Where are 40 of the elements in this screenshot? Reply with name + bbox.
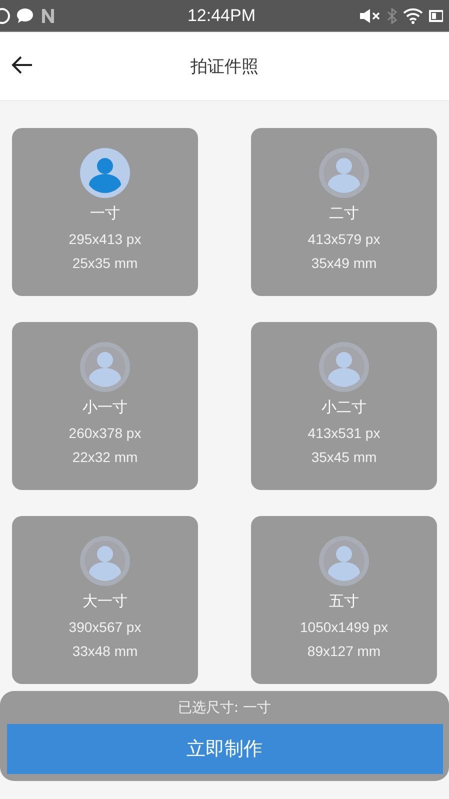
avatar-icon [318,341,370,393]
size-name: 二寸 [329,204,359,223]
size-name: 小二寸 [322,398,366,417]
avatar-icon [79,535,131,587]
selected-size-label: 已选尺寸: 一寸 [178,699,272,717]
avatar-icon [318,535,370,587]
bluetooth-icon [386,8,397,24]
page-title: 拍证件照 [190,56,260,78]
chat-bubble-icon [16,8,34,24]
print-size: 35x49 mm [311,255,377,271]
make-button[interactable]: 立即制作 [6,724,442,774]
mute-icon [358,8,381,24]
battery-icon [428,8,443,22]
pixel-size: 295x413 px [68,231,142,247]
pixel-size: 1050x1499 px [300,619,388,635]
avatar-icon [318,147,370,199]
size-card[interactable]: 二寸 413x579 px 35x49 mm [251,128,437,296]
size-name: 大一寸 [82,592,128,611]
letter-n-icon [40,8,56,24]
pixel-size: 413x579 px [308,231,380,247]
print-size: 89x127 mm [307,643,381,659]
clock-time: 12:44PM [187,6,256,24]
size-card[interactable]: 一寸 295x413 px 25x35 mm [12,128,198,296]
pixel-size: 413x531 px [308,425,380,441]
wifi-icon [402,8,423,24]
size-card[interactable]: 小二寸 413x531 px 35x45 mm [251,322,437,490]
print-size: 22x32 mm [72,449,138,465]
print-size: 33x48 mm [72,643,138,659]
avatar-icon [79,147,131,199]
size-card[interactable]: 五寸 1050x1499 px 89x127 mm [251,516,437,684]
size-card[interactable]: 大一寸 390x567 px 33x48 mm [12,516,198,684]
size-name: 一寸 [90,204,120,223]
print-size: 35x45 mm [311,449,377,465]
pixel-size: 390x567 px [68,619,142,635]
avatar-icon [79,341,131,393]
size-card[interactable]: 小一寸 260x378 px 22x32 mm [12,322,198,490]
print-size: 25x35 mm [72,255,138,271]
size-name: 五寸 [329,592,359,611]
pixel-size: 260x378 px [68,425,142,441]
size-name: 小一寸 [82,398,128,417]
